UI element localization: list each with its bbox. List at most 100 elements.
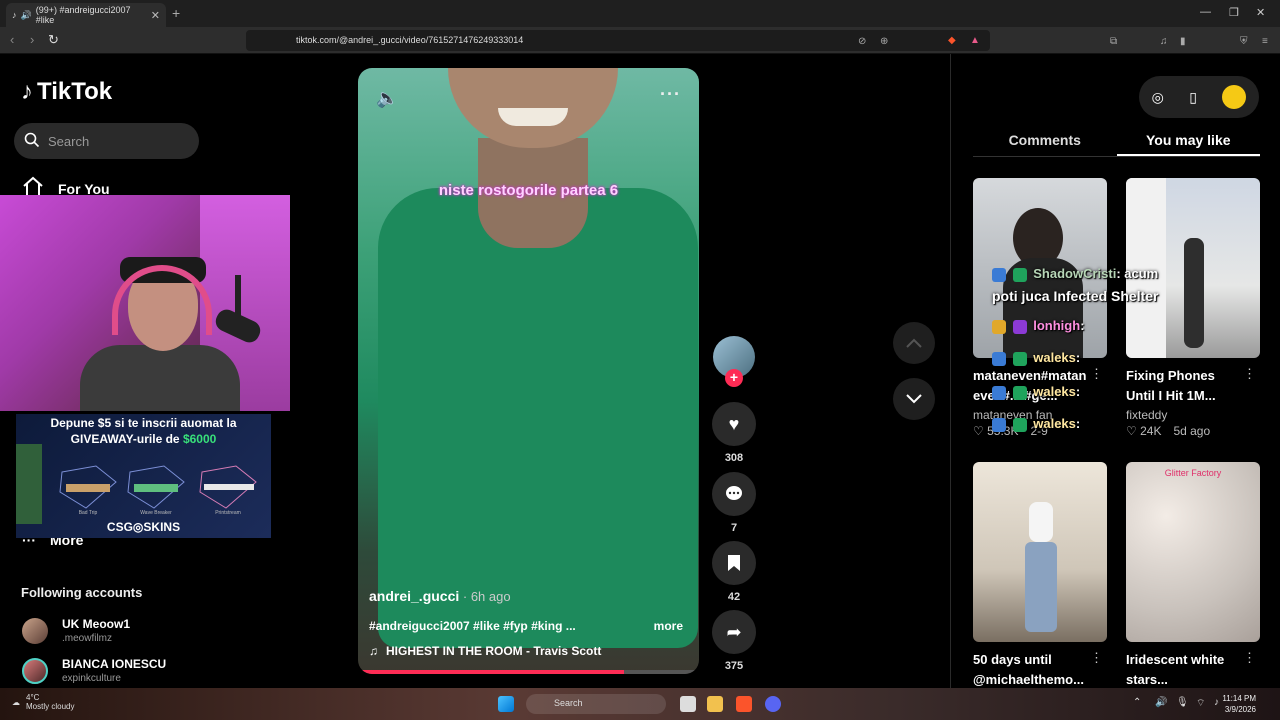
search-icon (24, 132, 40, 151)
chat-badge-icon (992, 417, 1006, 432)
more-link[interactable]: more (654, 619, 683, 633)
like-button[interactable]: ♥ 308 (712, 402, 756, 464)
recommended-video-card[interactable]: Glitter Factory Iridescent white stars..… (1126, 462, 1260, 688)
taskbar-clock[interactable]: 11:14 PM 3/9/2026 (1222, 693, 1256, 715)
tab-you-may-like[interactable]: You may like (1116, 127, 1260, 156)
sidebar-icon[interactable]: ▮ (1180, 36, 1186, 47)
chevron-down-icon (906, 394, 922, 404)
taskbar-search[interactable]: Search (526, 694, 666, 714)
browser-tab[interactable]: ♪ 🔊 (99+) #andreigucci2007 #like ✕ (6, 3, 166, 27)
author-name[interactable]: andrei_.gucci (369, 588, 459, 604)
following-account[interactable]: UK Meoow1 .meowfilmz (22, 617, 130, 644)
rewards-icon[interactable]: ▲ (970, 35, 980, 46)
browser-tab-bar: ♪ 🔊 (99+) #andreigucci2007 #like ✕ + — ❐… (0, 0, 1280, 27)
video-progress-fill (358, 670, 624, 674)
no-translate-icon[interactable]: ⊘ (858, 36, 866, 47)
more-options-icon[interactable]: ··· (660, 84, 681, 105)
card-title: Iridescent white stars... (1126, 652, 1225, 687)
tray-mic-icon[interactable]: 🎙 (1176, 697, 1189, 708)
right-tabs: Comments You may like (973, 127, 1260, 157)
reload-icon[interactable]: ↻ (48, 32, 59, 48)
chat-user: ShadowCristi (1033, 266, 1117, 281)
speaker-icon[interactable]: 🔊 (21, 10, 32, 21)
search-input[interactable]: Search (14, 123, 199, 159)
follow-plus-icon[interactable]: + (725, 369, 743, 387)
forward-icon[interactable]: › (30, 32, 34, 47)
ad-brand: CSG◎SKINS (106, 520, 181, 534)
recommended-video-card[interactable]: Fixing Phones Until I Hit 1M... ⋮ fixted… (1126, 178, 1260, 438)
url-field[interactable]: tiktok.com/@andrei_.gucci/video/76152714… (246, 30, 990, 51)
previous-video-button[interactable] (893, 322, 935, 364)
tab-comments[interactable]: Comments (973, 127, 1117, 156)
volume-icon[interactable]: 🔈 (376, 88, 398, 109)
tab-close-icon[interactable]: ✕ (151, 9, 160, 22)
chat-badge-icon (992, 351, 1006, 366)
heart-icon: ♥ (712, 402, 756, 446)
brave-shield-icon[interactable]: ◆ (948, 35, 956, 46)
new-tab-button[interactable]: + (172, 5, 180, 21)
video-frame-smile (498, 108, 568, 126)
weather-widget[interactable]: ☁ 4°C Mostly cloudy (12, 693, 74, 711)
windows-start-icon[interactable] (498, 696, 514, 712)
comment-icon (712, 472, 756, 516)
card-title: 50 days until @michaelthemo... (973, 652, 1084, 687)
chat-badge-icon (1012, 267, 1027, 282)
chat-user: waleks (1033, 384, 1076, 399)
chat-line: ShadowCristi: acum (992, 266, 1158, 282)
chat-line: waleks: (992, 416, 1080, 432)
chat-badge-icon (1012, 351, 1027, 366)
tray-speaker-icon[interactable]: 🔊 (1155, 697, 1167, 708)
clock-time: 11:14 PM (1222, 694, 1256, 703)
tray-chevron-icon[interactable]: ⌃ (1133, 697, 1141, 708)
chat-line: waleks: (992, 384, 1080, 400)
menu-icon[interactable]: ≡ (1262, 36, 1268, 47)
video-frame-shirt (378, 188, 698, 648)
video-music[interactable]: ♫ HIGHEST IN THE ROOM - Travis Scott (369, 644, 601, 658)
chat-line: lonhigh: (992, 318, 1085, 334)
tiktok-logo[interactable]: ♪ TikTok (21, 78, 112, 106)
profile-avatar[interactable] (1222, 85, 1247, 109)
brave-browser-icon[interactable] (736, 696, 752, 712)
compass-icon[interactable]: ◎ (1152, 89, 1164, 106)
chat-text: : (1080, 318, 1085, 333)
music-icon[interactable]: ♫ (1160, 36, 1168, 47)
avatar (22, 657, 48, 684)
phone-icon[interactable]: ▯ (1189, 89, 1197, 106)
kebab-menu-icon[interactable]: ⋮ (1090, 366, 1103, 382)
vpn-icon[interactable]: ⛨ (1240, 36, 1248, 47)
kebab-menu-icon[interactable]: ⋮ (1243, 650, 1256, 666)
following-account[interactable]: BIANCA IONESCU expinkculture (22, 657, 166, 684)
minimize-icon[interactable]: — (1200, 6, 1211, 18)
tray-volume-icon[interactable]: ♪ (1214, 697, 1219, 708)
kebab-menu-icon[interactable]: ⋮ (1243, 366, 1256, 382)
chat-text: : (1075, 384, 1081, 399)
chat-badge-icon (1012, 319, 1027, 334)
share-count: 375 (724, 660, 744, 672)
extensions-icon[interactable]: ⧉ (1110, 36, 1117, 47)
recommended-video-card[interactable]: 50 days until @michaelthemo... ⋮ (973, 462, 1107, 688)
video-player[interactable]: 🔈 ··· niste rostogorile partea 6 andrei_… (358, 68, 699, 674)
file-explorer-icon[interactable] (707, 696, 723, 712)
back-icon[interactable]: ‹ (10, 32, 14, 47)
tiktok-note-icon: ♪ (21, 78, 33, 105)
avatar (22, 617, 48, 644)
comment-button[interactable]: 7 (712, 472, 756, 534)
post-time: · 6h ago (459, 589, 511, 604)
save-button[interactable]: 42 (712, 541, 756, 603)
discord-icon[interactable] (765, 696, 781, 712)
tray-wifi-icon[interactable]: ⌔ (1196, 697, 1205, 710)
video-progress-bar[interactable] (358, 670, 699, 674)
next-video-button[interactable] (893, 378, 935, 420)
chat-text: : (1075, 350, 1081, 365)
close-window-icon[interactable]: ✕ (1256, 6, 1265, 19)
maximize-icon[interactable]: ❐ (1229, 6, 1239, 19)
zoom-icon[interactable]: ⊕ (880, 36, 888, 47)
music-title: HIGHEST IN THE ROOM - Travis Scott (386, 644, 602, 658)
video-hashtags[interactable]: #andreigucci2007 #like #fyp #king ... (369, 619, 576, 633)
card-title: Fixing Phones Until I Hit 1M... (1126, 368, 1216, 403)
video-author[interactable]: andrei_.gucci · 6h ago (369, 588, 511, 604)
share-button[interactable]: ➦ 375 (712, 610, 756, 672)
ad-line-2: GIVEAWAY-urile de $6000 (70, 432, 217, 446)
kebab-menu-icon[interactable]: ⋮ (1090, 650, 1103, 666)
task-view-icon[interactable] (680, 696, 696, 712)
